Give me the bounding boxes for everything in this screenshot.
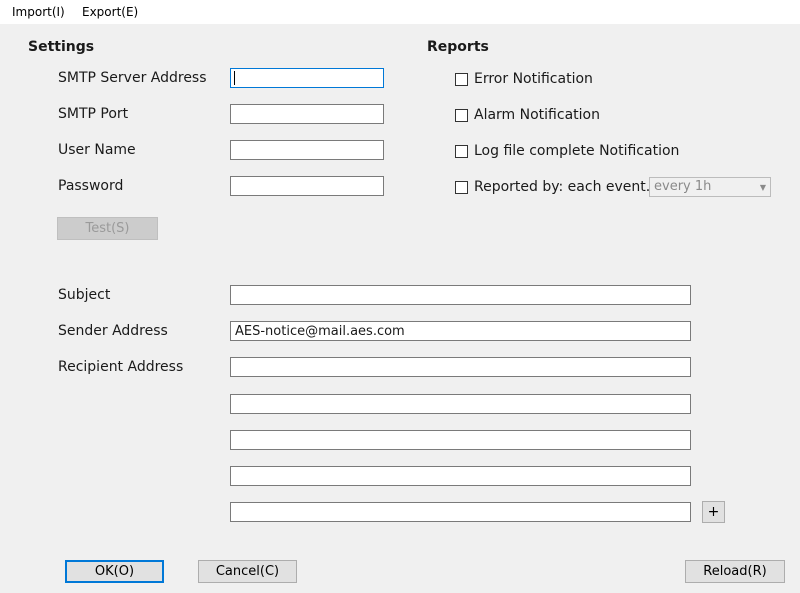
- alarm-notification-label: Alarm Notification: [474, 107, 600, 123]
- subject-input[interactable]: [230, 285, 691, 305]
- sender-address-input[interactable]: [230, 321, 691, 341]
- report-interval-value: every 1h: [654, 179, 712, 194]
- alarm-notification-checkbox[interactable]: [455, 108, 468, 122]
- recipient-address-input-1[interactable]: [230, 357, 691, 377]
- recipient-address-label: Recipient Address: [58, 359, 184, 375]
- ok-button[interactable]: OK(O): [65, 560, 164, 583]
- alarm-notification-row[interactable]: Alarm Notification: [455, 106, 600, 124]
- recipient-address-input-2[interactable]: [230, 394, 691, 414]
- smtp-server-input[interactable]: [230, 68, 384, 88]
- settings-title: Settings: [28, 39, 95, 55]
- menu-bar: Import(I) Export(E): [0, 0, 800, 24]
- test-button[interactable]: Test(S): [57, 217, 158, 240]
- password-input[interactable]: [230, 176, 384, 196]
- user-name-label: User Name: [58, 142, 136, 158]
- reported-by-label: Reported by: each event.: [474, 179, 651, 195]
- recipient-address-input-5[interactable]: [230, 502, 691, 522]
- smtp-port-label: SMTP Port: [58, 106, 129, 122]
- reload-button[interactable]: Reload(R): [685, 560, 785, 583]
- smtp-port-input[interactable]: [230, 104, 384, 124]
- recipient-address-input-4[interactable]: [230, 466, 691, 486]
- reports-title: Reports: [427, 39, 489, 55]
- smtp-server-label: SMTP Server Address: [58, 70, 207, 86]
- cancel-button[interactable]: Cancel(C): [198, 560, 297, 583]
- add-recipient-button[interactable]: +: [702, 501, 725, 523]
- user-name-input[interactable]: [230, 140, 384, 160]
- password-label: Password: [58, 178, 124, 194]
- menu-import[interactable]: Import(I): [12, 4, 65, 20]
- error-notification-label: Error Notification: [474, 71, 593, 87]
- report-interval-select[interactable]: every 1h ▼: [649, 177, 771, 197]
- recipient-address-input-3[interactable]: [230, 430, 691, 450]
- sender-address-label: Sender Address: [58, 323, 168, 339]
- error-notification-row[interactable]: Error Notification: [455, 70, 593, 88]
- reported-by-row[interactable]: Reported by: each event.: [455, 178, 650, 196]
- menu-export[interactable]: Export(E): [82, 4, 138, 20]
- error-notification-checkbox[interactable]: [455, 72, 468, 86]
- chevron-down-icon: ▼: [759, 183, 766, 192]
- log-complete-notification-checkbox[interactable]: [455, 144, 468, 158]
- subject-label: Subject: [58, 287, 111, 303]
- text-caret: [234, 71, 235, 85]
- reported-by-checkbox[interactable]: [455, 180, 468, 194]
- log-complete-notification-label: Log file complete Notification: [474, 143, 680, 159]
- log-complete-notification-row[interactable]: Log file complete Notification: [455, 142, 679, 160]
